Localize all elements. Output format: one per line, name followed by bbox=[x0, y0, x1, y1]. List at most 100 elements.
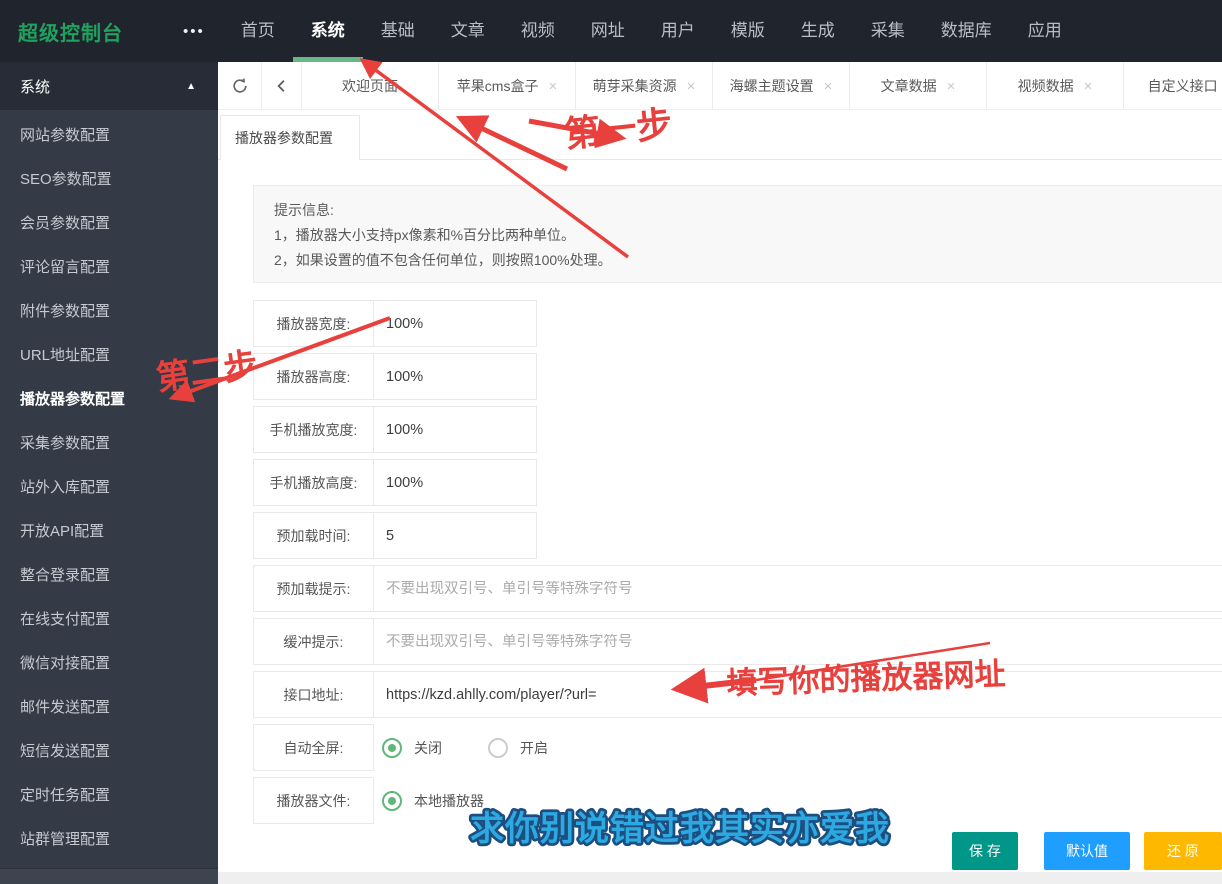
sidebar-item-player-params[interactable]: 播放器参数配置 bbox=[0, 378, 218, 422]
tab-label: 萌芽采集资源 bbox=[592, 78, 677, 94]
field-label: 缓冲提示: bbox=[254, 619, 374, 664]
nav-item-home[interactable]: 首页 bbox=[241, 0, 275, 62]
close-icon[interactable]: × bbox=[687, 78, 696, 95]
tab-label: 欢迎页面 bbox=[342, 78, 398, 94]
form-row-player-file: 播放器文件: 本地播放器 bbox=[253, 777, 530, 824]
form-row-api-url: 接口地址: bbox=[253, 671, 1222, 718]
radio-checked-icon[interactable] bbox=[382, 790, 402, 811]
sidebar-item-wechat[interactable]: 微信对接配置 bbox=[0, 642, 218, 686]
refresh-button[interactable] bbox=[218, 62, 262, 109]
tips-line-2: 2，如果设置的值不包含任何单位，则按照100%处理。 bbox=[274, 252, 612, 268]
sidebar-item-member-params[interactable]: 会员参数配置 bbox=[0, 202, 218, 246]
player-height-input[interactable] bbox=[386, 368, 524, 385]
sidebar-item-scheduled-tasks[interactable]: 定时任务配置 bbox=[0, 774, 218, 818]
default-value-button[interactable]: 默认值 bbox=[1044, 832, 1130, 870]
sidebar-item-attachment-params[interactable]: 附件参数配置 bbox=[0, 290, 218, 334]
sidebar-menu: 网站参数配置 SEO参数配置 会员参数配置 评论留言配置 附件参数配置 URL地… bbox=[0, 110, 218, 862]
nav-item-basic[interactable]: 基础 bbox=[381, 0, 415, 62]
page-tab-player-params[interactable]: 播放器参数配置 bbox=[220, 115, 360, 160]
nav-item-video[interactable]: 视频 bbox=[521, 0, 555, 62]
sidebar: 系统 ▲ 网站参数配置 SEO参数配置 会员参数配置 评论留言配置 附件参数配置… bbox=[0, 62, 218, 884]
main-content: 播放器参数配置 提示信息: 1，播放器大小支持px像素和%百分比两种单位。 2，… bbox=[218, 110, 1222, 884]
sidebar-item-external-storage[interactable]: 站外入库配置 bbox=[0, 466, 218, 510]
api-url-input[interactable] bbox=[386, 686, 1222, 703]
chevron-up-icon: ▲ bbox=[186, 80, 196, 92]
sidebar-item-email[interactable]: 邮件发送配置 bbox=[0, 686, 218, 730]
sidebar-item-comment-config[interactable]: 评论留言配置 bbox=[0, 246, 218, 290]
sidebar-item-integrated-login[interactable]: 整合登录配置 bbox=[0, 554, 218, 598]
chevron-left-icon bbox=[276, 80, 284, 92]
radio-option-local-player[interactable]: 本地播放器 bbox=[382, 790, 484, 811]
close-icon[interactable]: × bbox=[824, 78, 833, 95]
mobile-play-width-input[interactable] bbox=[386, 421, 524, 438]
preload-time-input[interactable] bbox=[386, 527, 524, 544]
auto-fullscreen-radio-group: 关闭 开启 bbox=[382, 724, 594, 771]
close-icon[interactable]: × bbox=[947, 78, 956, 95]
nav-item-system[interactable]: 系统 bbox=[311, 0, 345, 62]
close-icon[interactable]: × bbox=[1084, 78, 1093, 95]
tab-bar: 欢迎页面 苹果cms盒子 × 萌芽采集资源 × 海螺主题设置 × 文章数据 × … bbox=[218, 62, 1222, 110]
tab-welcome[interactable]: 欢迎页面 bbox=[302, 62, 439, 109]
field-label: 预加载提示: bbox=[254, 566, 374, 611]
tab-apple-cms-box[interactable]: 苹果cms盒子 × bbox=[439, 62, 576, 109]
sidebar-item-collect-params[interactable]: 采集参数配置 bbox=[0, 422, 218, 466]
tab-label: 视频数据 bbox=[1017, 78, 1074, 94]
sidebar-item-seo-params[interactable]: SEO参数配置 bbox=[0, 158, 218, 202]
sidebar-item-site-params[interactable]: 网站参数配置 bbox=[0, 114, 218, 158]
player-file-radio-group: 本地播放器 bbox=[382, 777, 530, 824]
tips-box: 提示信息: 1，播放器大小支持px像素和%百分比两种单位。 2，如果设置的值不包… bbox=[253, 185, 1222, 283]
top-nav-menu: 首页 系统 基础 文章 视频 网址 用户 模版 生成 采集 数据库 应用 bbox=[241, 0, 1062, 62]
form-row-mobile-height: 手机播放高度: bbox=[253, 459, 537, 506]
radio-label: 开启 bbox=[520, 739, 548, 756]
radio-option-off[interactable]: 关闭 bbox=[382, 737, 442, 758]
nav-item-database[interactable]: 数据库 bbox=[941, 0, 992, 62]
restore-button[interactable]: 还 原 bbox=[1144, 832, 1222, 870]
radio-option-on[interactable]: 开启 bbox=[488, 737, 548, 758]
field-label: 播放器宽度: bbox=[254, 301, 374, 346]
nav-item-url[interactable]: 网址 bbox=[591, 0, 625, 62]
sidebar-section-system[interactable]: 系统 ▲ bbox=[0, 62, 218, 110]
tab-label: 苹果cms盒子 bbox=[456, 78, 539, 94]
form-row-mobile-width: 手机播放宽度: bbox=[253, 406, 537, 453]
sidebar-item-online-payment[interactable]: 在线支付配置 bbox=[0, 598, 218, 642]
preload-tip-input[interactable] bbox=[386, 580, 1222, 597]
nav-item-user[interactable]: 用户 bbox=[661, 0, 695, 62]
tab-article-data[interactable]: 文章数据 × bbox=[850, 62, 987, 109]
content-footer-strip bbox=[218, 872, 1222, 884]
field-label: 播放器文件: bbox=[253, 777, 374, 824]
player-width-input[interactable] bbox=[386, 315, 524, 332]
close-icon[interactable]: × bbox=[548, 78, 557, 95]
nav-item-template[interactable]: 模版 bbox=[731, 0, 765, 62]
tips-line-1: 1，播放器大小支持px像素和%百分比两种单位。 bbox=[274, 227, 576, 243]
more-menu-icon[interactable]: ••• bbox=[183, 23, 205, 40]
field-label: 播放器高度: bbox=[254, 354, 374, 399]
sidebar-item-url-config[interactable]: URL地址配置 bbox=[0, 334, 218, 378]
tab-label: 自定义接口 bbox=[1147, 78, 1218, 94]
form-row-buffer-tip: 缓冲提示: bbox=[253, 618, 1222, 665]
nav-item-generate[interactable]: 生成 bbox=[801, 0, 835, 62]
tab-custom-api[interactable]: 自定义接口 × bbox=[1124, 62, 1222, 109]
sidebar-item-sms[interactable]: 短信发送配置 bbox=[0, 730, 218, 774]
app-logo[interactable]: 超级控制台 bbox=[18, 17, 123, 46]
sidebar-item-site-group[interactable]: 站群管理配置 bbox=[0, 818, 218, 862]
tab-hailuo-theme[interactable]: 海螺主题设置 × bbox=[713, 62, 850, 109]
radio-unchecked-icon[interactable] bbox=[488, 737, 508, 758]
mobile-play-height-input[interactable] bbox=[386, 474, 524, 491]
nav-item-article[interactable]: 文章 bbox=[451, 0, 485, 62]
tabs-scroll-left-button[interactable] bbox=[262, 62, 302, 109]
field-label: 预加载时间: bbox=[254, 513, 374, 558]
buffer-tip-input[interactable] bbox=[386, 633, 1222, 650]
radio-label: 本地播放器 bbox=[414, 792, 484, 809]
radio-label: 关闭 bbox=[414, 739, 442, 756]
save-button[interactable]: 保 存 bbox=[952, 832, 1018, 870]
tab-mengya-resources[interactable]: 萌芽采集资源 × bbox=[576, 62, 713, 109]
form-row-preload-time: 预加载时间: bbox=[253, 512, 537, 559]
nav-item-collect[interactable]: 采集 bbox=[871, 0, 905, 62]
nav-item-app[interactable]: 应用 bbox=[1028, 0, 1062, 62]
field-label: 接口地址: bbox=[254, 672, 374, 717]
top-navbar: 超级控制台 ••• 首页 系统 基础 文章 视频 网址 用户 模版 生成 采集 … bbox=[0, 0, 1222, 62]
radio-checked-icon[interactable] bbox=[382, 737, 402, 758]
tab-video-data[interactable]: 视频数据 × bbox=[987, 62, 1124, 109]
form-row-auto-fullscreen: 自动全屏: 关闭 开启 bbox=[253, 724, 594, 771]
sidebar-item-open-api[interactable]: 开放API配置 bbox=[0, 510, 218, 554]
